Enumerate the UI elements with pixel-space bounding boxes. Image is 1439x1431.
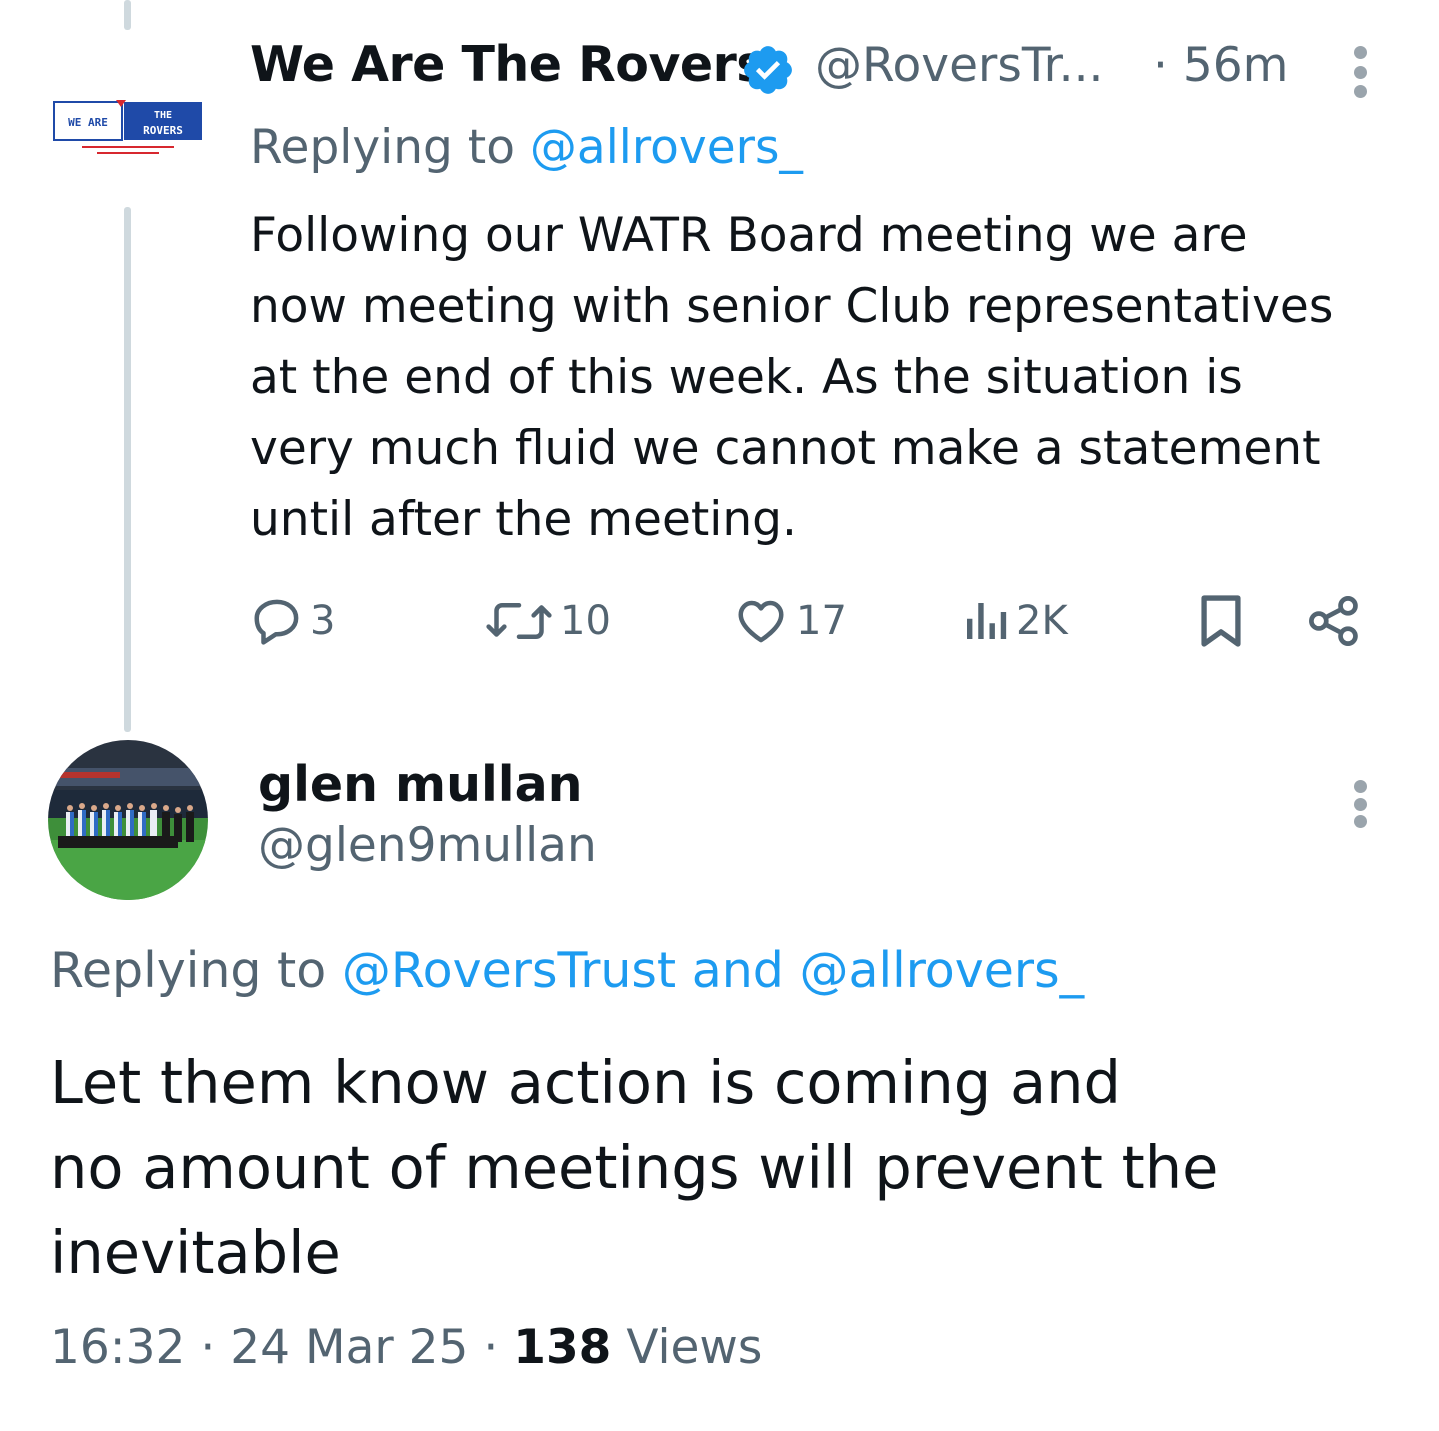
replying-to-prefix: Replying to <box>250 120 530 175</box>
heart-icon <box>738 600 784 643</box>
avatar-glen-mullan[interactable] <box>48 740 208 900</box>
views-count: 138 <box>513 1320 612 1375</box>
verified-badge-icon <box>740 42 796 98</box>
display-name[interactable]: We Are The Rovers <box>250 36 765 93</box>
replying-to: Replying to @RoversTrust and @allrovers_ <box>50 942 1084 999</box>
tweet-date[interactable]: 24 Mar 25 <box>230 1320 468 1375</box>
reply-icon <box>254 599 299 645</box>
bookmark-icon <box>1201 595 1241 647</box>
display-name[interactable]: glen mullan <box>258 756 583 813</box>
handle[interactable]: @glen9mullan <box>258 818 597 873</box>
retweet-icon <box>486 603 552 639</box>
tweet-text-line: Following our WATR Board meeting we are <box>250 208 1248 263</box>
tweet-text: Let them know action is coming and no am… <box>50 1040 1410 1295</box>
avatar-we-are-the-rovers[interactable]: WE ARE THE ROVERS <box>52 96 204 168</box>
replying-to-prefix: Replying to <box>50 942 342 999</box>
tweet-text-line: very much fluid we cannot make a stateme… <box>250 421 1321 476</box>
more-options-icon[interactable] <box>1353 780 1367 828</box>
replying-to-link[interactable]: @RoversTrust and @allrovers_ <box>342 942 1084 999</box>
avatar-text-right-bottom: ROVERS <box>143 124 183 137</box>
like-button[interactable]: 17 <box>732 590 847 652</box>
more-options-icon[interactable] <box>1353 46 1367 98</box>
replying-to-link[interactable]: @allrovers_ <box>530 120 803 175</box>
tweet-text-line: Let them know action is coming and <box>50 1048 1121 1117</box>
tweet-meta: 16:32 · 24 Mar 25 · 138 Views <box>50 1320 762 1375</box>
views-count: 2K <box>1016 598 1068 644</box>
thread-line-top <box>124 0 131 30</box>
tweet-text-line: now meeting with senior Club representat… <box>250 279 1334 334</box>
thread-line <box>124 207 131 732</box>
replying-to: Replying to @allrovers_ <box>250 120 803 175</box>
handle[interactable]: @RoversTr... <box>815 38 1103 93</box>
avatar-text-right-top: THE <box>154 110 172 121</box>
views-label: Views <box>611 1320 763 1375</box>
reply-button[interactable]: 3 <box>250 590 335 652</box>
meta-separator: · <box>468 1320 514 1375</box>
tweet-time[interactable]: 16:32 <box>50 1320 185 1375</box>
reply-count: 3 <box>310 598 336 644</box>
avatar-text-left: WE ARE <box>68 116 108 129</box>
tweet-text-line: until after the meeting. <box>250 492 797 547</box>
tweet-text-line: no amount of meetings will prevent the <box>50 1133 1219 1202</box>
views-button[interactable]: 2K <box>960 590 1068 652</box>
views-icon <box>967 603 1007 639</box>
tweet-text-line: at the end of this week. As the situatio… <box>250 350 1243 405</box>
share-icon <box>1309 596 1358 646</box>
share-button[interactable] <box>1306 590 1362 652</box>
timestamp[interactable]: · 56m <box>1153 38 1288 93</box>
tweet-text: Following our WATR Board meeting we are … <box>250 200 1420 555</box>
tweet-text-line: inevitable <box>50 1218 341 1287</box>
meta-separator: · <box>185 1320 231 1375</box>
like-count: 17 <box>796 598 847 644</box>
retweet-button[interactable]: 10 <box>484 590 611 652</box>
bookmark-button[interactable] <box>1196 590 1246 652</box>
retweet-count: 10 <box>560 598 611 644</box>
